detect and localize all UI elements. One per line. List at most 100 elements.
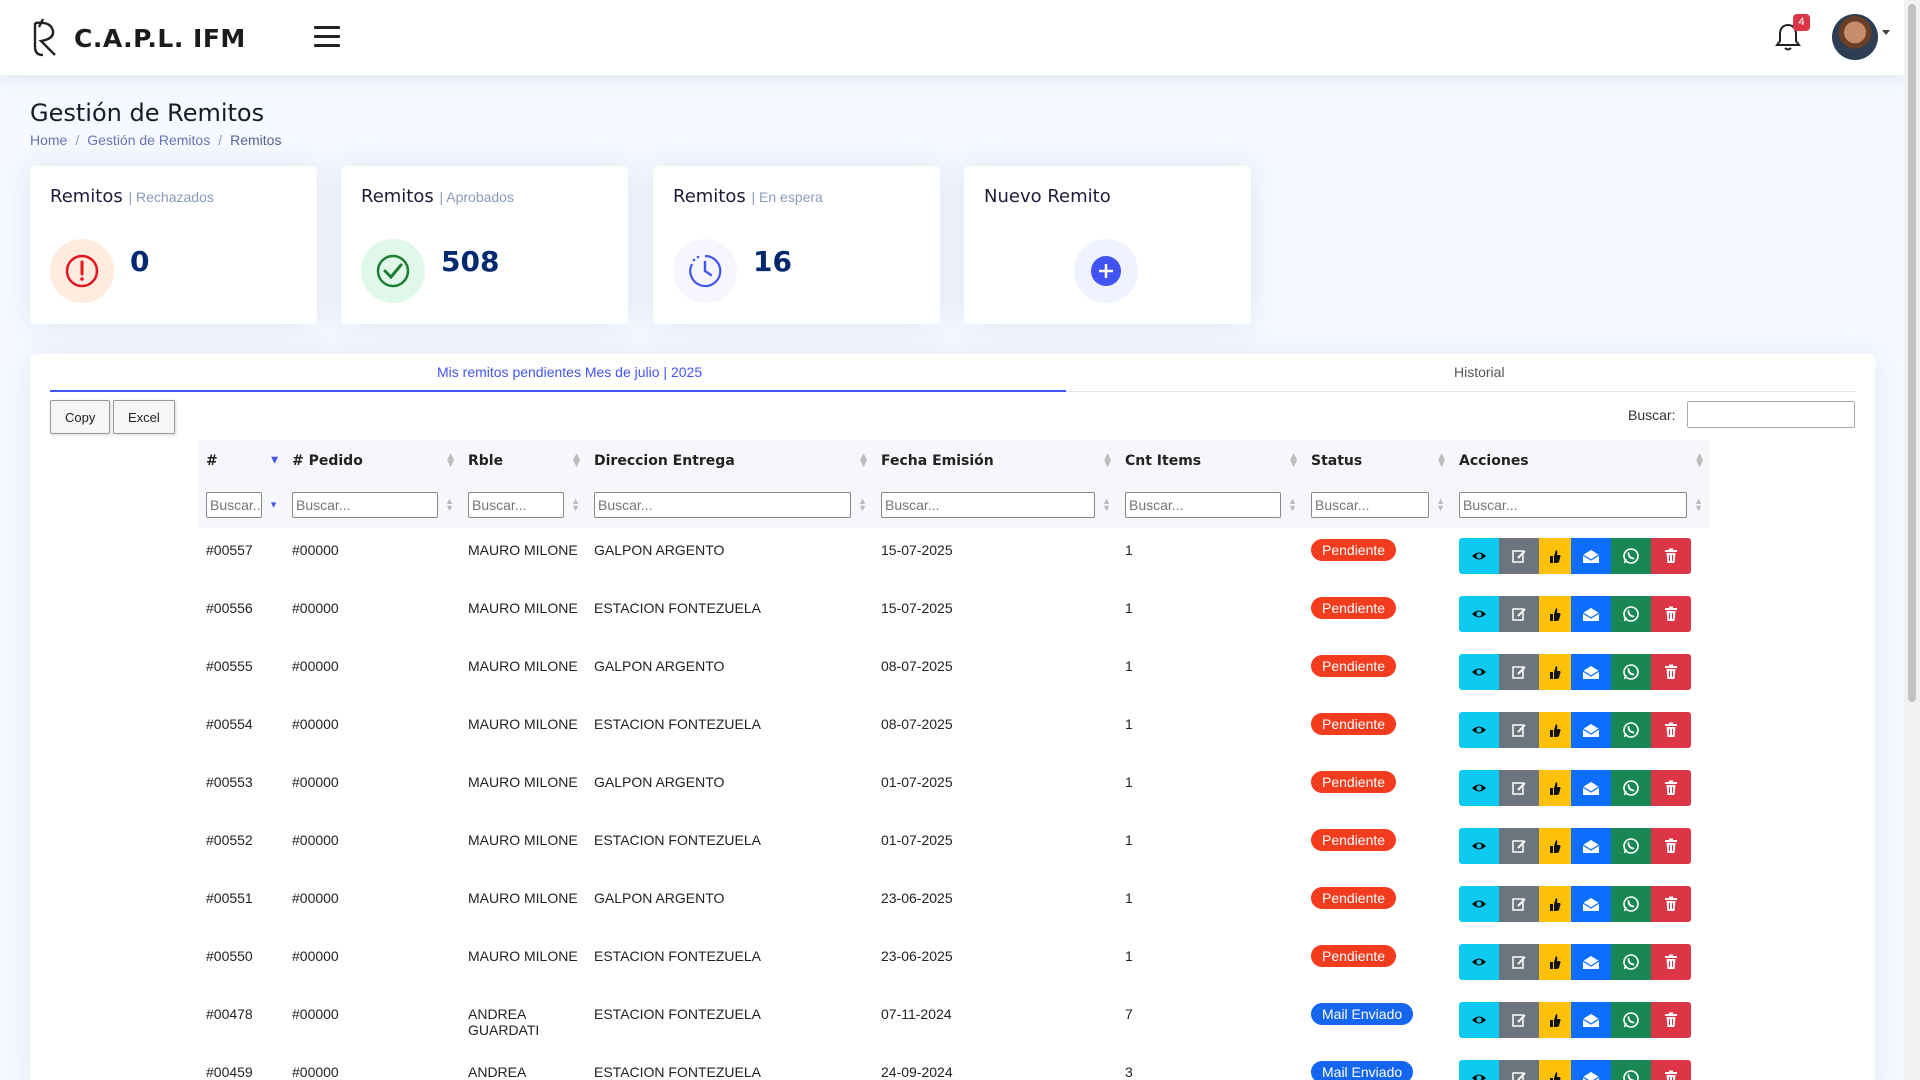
approve-button[interactable] <box>1539 596 1571 632</box>
search-input[interactable] <box>1687 401 1855 428</box>
scrollbar-thumb[interactable] <box>1908 4 1916 702</box>
approve-button[interactable] <box>1539 1060 1571 1080</box>
send-mail-button[interactable] <box>1571 828 1611 864</box>
delete-button[interactable] <box>1651 654 1691 690</box>
column-header-items[interactable]: Cnt Items ▲ ▼ <box>1117 440 1303 482</box>
approve-button[interactable] <box>1539 828 1571 864</box>
filter-input-pedido[interactable] <box>292 492 438 518</box>
send-mail-button[interactable] <box>1571 1060 1611 1080</box>
copy-button[interactable]: Copy <box>50 400 111 434</box>
column-header-rble[interactable]: Rble ▲ ▼ <box>460 440 586 482</box>
delete-button[interactable] <box>1651 712 1691 748</box>
edit-button[interactable] <box>1499 770 1539 806</box>
view-button[interactable] <box>1459 944 1499 980</box>
send-mail-button[interactable] <box>1571 1002 1611 1038</box>
delete-button[interactable] <box>1651 770 1691 806</box>
column-header-pedido[interactable]: # Pedido ▲ ▼ <box>284 440 460 482</box>
approve-button[interactable] <box>1539 538 1571 574</box>
delete-button[interactable] <box>1651 538 1691 574</box>
column-header-status[interactable]: Status ▲ ▼ <box>1303 440 1451 482</box>
tab-pendientes[interactable]: Mis remitos pendientes Mes de julio | 20… <box>437 364 702 380</box>
menu-toggle-button[interactable] <box>314 26 340 48</box>
view-button[interactable] <box>1459 770 1499 806</box>
delete-button[interactable] <box>1651 886 1691 922</box>
approve-button[interactable] <box>1539 712 1571 748</box>
whatsapp-button[interactable] <box>1611 828 1651 864</box>
approve-button[interactable] <box>1539 770 1571 806</box>
whatsapp-button[interactable] <box>1611 538 1651 574</box>
whatsapp-button[interactable] <box>1611 944 1651 980</box>
filter-input-items[interactable] <box>1125 492 1281 518</box>
page-scrollbar[interactable] <box>1904 0 1920 1080</box>
approve-button[interactable] <box>1539 1002 1571 1038</box>
breadcrumb-home[interactable]: Home <box>30 132 67 148</box>
edit-button[interactable] <box>1499 596 1539 632</box>
send-mail-button[interactable] <box>1571 654 1611 690</box>
column-header-label: # <box>206 453 218 469</box>
delete-button[interactable] <box>1651 1060 1691 1080</box>
send-mail-button[interactable] <box>1571 538 1611 574</box>
filter-input-rble[interactable] <box>468 492 564 518</box>
edit-icon <box>1512 1072 1526 1080</box>
delete-button[interactable] <box>1651 596 1691 632</box>
whatsapp-button[interactable] <box>1611 886 1651 922</box>
column-header-direccion[interactable]: Direccion Entrega ▲ ▼ <box>586 440 873 482</box>
edit-button[interactable] <box>1499 538 1539 574</box>
view-button[interactable] <box>1459 654 1499 690</box>
delete-button[interactable] <box>1651 944 1691 980</box>
whatsapp-button[interactable] <box>1611 596 1651 632</box>
notifications-button[interactable]: 4 <box>1774 14 1810 52</box>
view-button[interactable] <box>1459 712 1499 748</box>
send-mail-button[interactable] <box>1571 770 1611 806</box>
edit-button[interactable] <box>1499 944 1539 980</box>
breadcrumb-gestion[interactable]: Gestión de Remitos <box>87 132 210 148</box>
send-mail-button[interactable] <box>1571 944 1611 980</box>
send-mail-button[interactable] <box>1571 712 1611 748</box>
whatsapp-button[interactable] <box>1611 1060 1651 1080</box>
send-mail-button[interactable] <box>1571 596 1611 632</box>
filter-input-id[interactable] <box>206 492 262 518</box>
column-header-acciones[interactable]: Acciones ▲ ▼ <box>1451 440 1709 482</box>
send-mail-button[interactable] <box>1571 886 1611 922</box>
excel-button[interactable]: Excel <box>113 400 175 434</box>
view-button[interactable] <box>1459 596 1499 632</box>
edit-button[interactable] <box>1499 828 1539 864</box>
column-header-fecha[interactable]: Fecha Emisión ▲ ▼ <box>873 440 1117 482</box>
filter-input-status[interactable] <box>1311 492 1429 518</box>
delete-button[interactable] <box>1651 828 1691 864</box>
whatsapp-button[interactable] <box>1611 1002 1651 1038</box>
view-button[interactable] <box>1459 538 1499 574</box>
column-header-label: Cnt Items <box>1125 453 1202 469</box>
hamburger-line <box>314 44 340 47</box>
filter-input-acciones[interactable] <box>1459 492 1687 518</box>
cell-rble: MAURO MILONE <box>468 890 578 906</box>
edit-button[interactable] <box>1499 1002 1539 1038</box>
brand-logo[interactable]: C.A.P.L. IFM <box>29 17 246 59</box>
filter-input-direccion[interactable] <box>594 492 851 518</box>
thumbs-up-icon <box>1550 550 1561 563</box>
approve-button[interactable] <box>1539 654 1571 690</box>
column-header-id[interactable]: # ▼ <box>198 440 284 482</box>
chevron-down-icon[interactable] <box>1882 30 1890 35</box>
view-button[interactable] <box>1459 828 1499 864</box>
tab-historial[interactable]: Historial <box>1454 364 1505 380</box>
thumbs-up-icon <box>1550 956 1561 969</box>
edit-button[interactable] <box>1499 712 1539 748</box>
edit-button[interactable] <box>1499 1060 1539 1080</box>
approve-button[interactable] <box>1539 944 1571 980</box>
view-button[interactable] <box>1459 1002 1499 1038</box>
column-header-label: # Pedido <box>292 453 363 469</box>
whatsapp-button[interactable] <box>1611 770 1651 806</box>
filter-input-fecha[interactable] <box>881 492 1095 518</box>
view-button[interactable] <box>1459 1060 1499 1080</box>
view-button[interactable] <box>1459 886 1499 922</box>
whatsapp-button[interactable] <box>1611 654 1651 690</box>
delete-button[interactable] <box>1651 1002 1691 1038</box>
edit-button[interactable] <box>1499 654 1539 690</box>
whatsapp-button[interactable] <box>1611 712 1651 748</box>
approve-button[interactable] <box>1539 886 1571 922</box>
user-avatar[interactable] <box>1832 14 1878 60</box>
new-remito-button[interactable] <box>1074 239 1138 303</box>
cell-status: Pendiente <box>1303 934 1451 992</box>
edit-button[interactable] <box>1499 886 1539 922</box>
